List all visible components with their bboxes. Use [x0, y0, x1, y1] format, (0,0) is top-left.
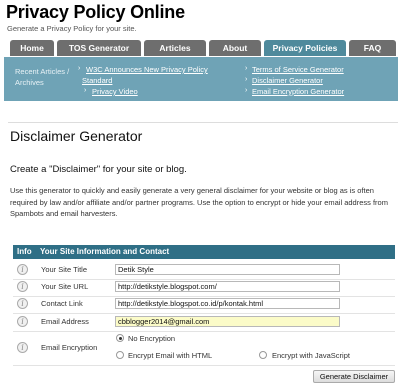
site-title[interactable]: Privacy Policy Online [6, 2, 185, 23]
generate-disclaimer-button[interactable]: Generate Disclaimer [313, 370, 395, 383]
field-label-email-address: Email Address [41, 317, 89, 326]
nav-tab-privacy-policies[interactable]: Privacy Policies [264, 40, 346, 56]
radio-label-no-encryption: No Encryption [128, 334, 176, 343]
radio-encrypt-html[interactable] [116, 351, 124, 359]
bullet-icon: › [84, 87, 87, 94]
nav-tab-about[interactable]: About [209, 40, 261, 56]
intro-text: Use this generator to quickly and easily… [10, 186, 388, 218]
field-label-contact-link: Contact Link [41, 299, 83, 308]
row-divider [13, 313, 395, 314]
nav-tab-articles[interactable]: Articles [144, 40, 206, 56]
divider [8, 122, 398, 123]
recent-articles-label: Recent Articles / Archives [15, 67, 70, 87]
bullet-icon: › [245, 87, 248, 94]
nav-tab-home[interactable]: Home [10, 40, 54, 56]
main-content: Disclaimer Generator Create a "Disclaime… [4, 108, 398, 389]
field-label-site-url: Your Site URL [41, 282, 89, 291]
radio-label-encrypt-html: Encrypt Email with HTML [128, 351, 213, 360]
link-w3c-announces-cont[interactable]: Standard [82, 76, 112, 85]
site-url-input[interactable] [115, 281, 340, 292]
link-w3c-announces[interactable]: W3C Announces New Privacy Policy [86, 65, 208, 74]
form-table-header: Info Your Site Information and Contact [13, 245, 395, 259]
info-icon[interactable]: i [17, 342, 28, 353]
info-icon[interactable]: i [17, 298, 28, 309]
radio-no-encryption[interactable] [116, 334, 124, 342]
main-nav: Home TOS Generator Articles About Privac… [4, 40, 398, 56]
contact-link-input[interactable] [115, 298, 340, 309]
row-divider [13, 365, 395, 366]
bullet-icon: › [245, 65, 248, 72]
field-label-site-title: Your Site Title [41, 265, 87, 274]
nav-tab-faq[interactable]: FAQ [349, 40, 396, 56]
link-disclaimer-generator[interactable]: Disclaimer Generator [252, 76, 323, 85]
radio-encrypt-javascript[interactable] [259, 351, 267, 359]
row-divider [13, 331, 395, 332]
site-title-input[interactable] [115, 264, 340, 275]
info-icon[interactable]: i [17, 316, 28, 327]
sub-nav: Recent Articles / Archives › W3C Announc… [4, 57, 398, 101]
bullet-icon: › [78, 65, 81, 72]
header-title: Your Site Information and Contact [40, 247, 170, 256]
info-icon[interactable]: i [17, 281, 28, 292]
page-title: Disclaimer Generator [10, 128, 143, 144]
email-address-input[interactable] [115, 316, 340, 327]
link-tos-generator[interactable]: Terms of Service Generator [252, 65, 344, 74]
header-info: Info [17, 247, 32, 256]
page-subtitle: Create a "Disclaimer" for your site or b… [10, 164, 187, 175]
info-icon[interactable]: i [17, 264, 28, 275]
nav-tab-tos-generator[interactable]: TOS Generator [57, 40, 141, 56]
link-email-encryption-generator[interactable]: Email Encryption Generator [252, 87, 344, 96]
row-divider [13, 279, 395, 280]
site-tagline: Generate a Privacy Policy for your site. [7, 24, 137, 33]
row-divider [13, 296, 395, 297]
bullet-icon: › [245, 76, 248, 83]
radio-label-encrypt-javascript: Encrypt with JavaScript [272, 351, 350, 360]
link-privacy-video[interactable]: Privacy Video [92, 87, 138, 96]
field-label-email-encryption: Email Encryption [41, 343, 98, 352]
